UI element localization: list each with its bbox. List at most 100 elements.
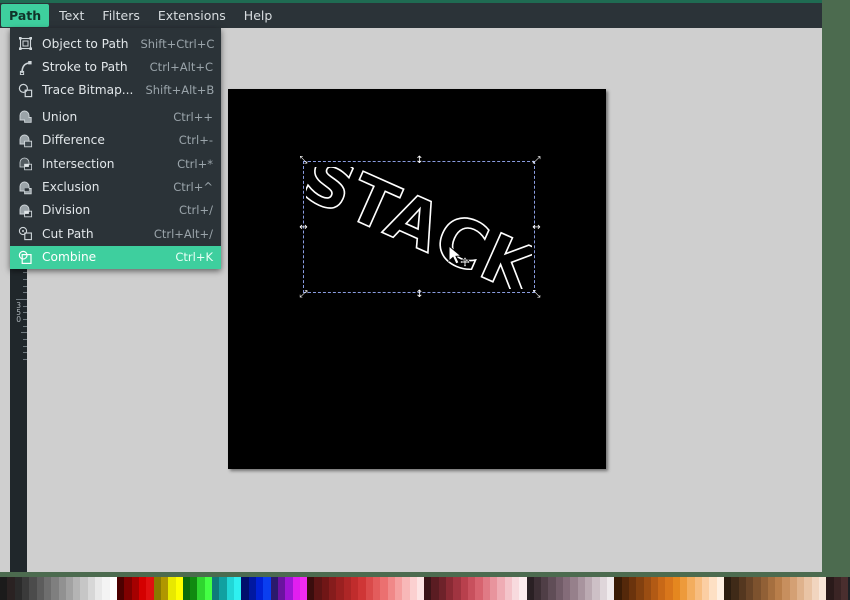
palette-swatch[interactable]	[212, 577, 220, 600]
palette-swatch[interactable]	[285, 577, 293, 600]
menu-item-combine[interactable]: Combine Ctrl+K	[10, 245, 221, 269]
palette-swatch[interactable]	[687, 577, 695, 600]
palette-swatch[interactable]	[658, 577, 666, 600]
palette-swatch[interactable]	[460, 577, 468, 600]
selection-handle-se[interactable]: ⤡	[531, 289, 542, 300]
selection-handle-s[interactable]: ↕	[414, 289, 425, 300]
palette-swatch[interactable]	[109, 577, 117, 600]
palette-swatch[interactable]	[519, 577, 527, 600]
palette-swatch[interactable]	[592, 577, 600, 600]
selection-handle-sw[interactable]: ⤢	[298, 289, 309, 300]
palette-swatch[interactable]	[475, 577, 483, 600]
palette-swatch[interactable]	[87, 577, 96, 600]
palette-swatch[interactable]	[745, 577, 754, 600]
palette-swatch[interactable]	[160, 577, 169, 600]
selection-handle-ne[interactable]: ⤢	[531, 155, 542, 166]
palette-swatch[interactable]	[394, 577, 403, 600]
menu-bar[interactable]: Path Text Filters Extensions Help	[0, 0, 822, 28]
palette-swatch[interactable]	[197, 577, 205, 600]
palette-swatch[interactable]	[840, 577, 849, 600]
palette-swatch[interactable]	[138, 577, 147, 600]
palette-swatch[interactable]	[614, 577, 622, 600]
palette-swatch[interactable]	[621, 577, 629, 600]
palette-swatch[interactable]	[58, 577, 66, 600]
palette-swatch[interactable]	[314, 577, 322, 600]
palette-swatch[interactable]	[358, 577, 366, 600]
palette-swatch[interactable]	[482, 577, 490, 600]
palette-swatch[interactable]	[753, 577, 761, 600]
menu-item-difference[interactable]: Difference Ctrl+-	[10, 129, 221, 152]
menu-item-intersection[interactable]: Intersection Ctrl+*	[10, 152, 221, 175]
palette-swatch[interactable]	[738, 577, 746, 600]
palette-swatch[interactable]	[548, 577, 556, 600]
palette-swatch[interactable]	[672, 577, 681, 600]
palette-swatch[interactable]	[387, 577, 395, 600]
palette-swatch[interactable]	[321, 577, 330, 600]
palette-swatch[interactable]	[606, 577, 615, 600]
menu-item-exclusion[interactable]: Exclusion Ctrl+^	[10, 175, 221, 198]
selection-handle-n[interactable]: ↕	[414, 155, 425, 166]
palette-swatch[interactable]	[365, 577, 373, 600]
palette-swatch[interactable]	[336, 577, 344, 600]
palette-swatch[interactable]	[767, 577, 776, 600]
color-palette[interactable]	[0, 577, 850, 600]
palette-swatch[interactable]	[343, 577, 351, 600]
menu-item-object-to-path[interactable]: Object to Path Shift+Ctrl+C	[10, 32, 221, 55]
palette-swatch[interactable]	[307, 577, 315, 600]
palette-swatch[interactable]	[226, 577, 234, 600]
palette-swatch[interactable]	[424, 577, 432, 600]
palette-swatch[interactable]	[263, 577, 271, 600]
palette-swatch[interactable]	[380, 577, 388, 600]
palette-swatch[interactable]	[497, 577, 505, 600]
palette-swatch[interactable]	[351, 577, 359, 600]
palette-swatch[interactable]	[811, 577, 819, 600]
palette-swatch[interactable]	[731, 577, 739, 600]
palette-swatch[interactable]	[219, 577, 227, 600]
palette-swatch[interactable]	[0, 577, 8, 600]
palette-swatch[interactable]	[431, 577, 439, 600]
palette-swatch[interactable]	[95, 577, 103, 600]
palette-swatch[interactable]	[694, 577, 702, 600]
palette-swatch[interactable]	[43, 577, 52, 600]
palette-swatch[interactable]	[782, 577, 790, 600]
palette-swatch[interactable]	[73, 577, 81, 600]
menubar-item-path[interactable]: Path	[1, 4, 50, 27]
palette-swatch[interactable]	[723, 577, 732, 600]
palette-swatch[interactable]	[175, 577, 183, 600]
selection-handle-e[interactable]: ↔	[531, 222, 542, 233]
palette-swatch[interactable]	[65, 577, 74, 600]
menu-item-cut-path[interactable]: Cut Path Ctrl+Alt+/	[10, 222, 221, 245]
selection-bounding-box[interactable]: ⤡ ↕ ⤢ ↔ ↔ ⤢ ↕ ⤡	[299, 155, 540, 300]
palette-swatch[interactable]	[146, 577, 154, 600]
palette-swatch[interactable]	[7, 577, 15, 600]
menubar-item-help[interactable]: Help	[236, 4, 281, 27]
palette-swatch[interactable]	[489, 577, 498, 600]
palette-swatch[interactable]	[438, 577, 447, 600]
path-dropdown-menu[interactable]: Object to Path Shift+Ctrl+C Stroke to Path…	[10, 28, 221, 269]
palette-swatch[interactable]	[511, 577, 520, 600]
menubar-item-text[interactable]: Text	[51, 4, 92, 27]
palette-swatch[interactable]	[650, 577, 659, 600]
palette-swatch[interactable]	[570, 577, 578, 600]
palette-swatch[interactable]	[299, 577, 308, 600]
menu-item-union[interactable]: Union Ctrl++	[10, 105, 221, 128]
palette-swatch[interactable]	[804, 577, 812, 600]
palette-swatch[interactable]	[585, 577, 593, 600]
palette-swatch[interactable]	[826, 577, 834, 600]
palette-swatch[interactable]	[819, 577, 827, 600]
palette-swatch[interactable]	[277, 577, 286, 600]
palette-swatch[interactable]	[153, 577, 161, 600]
palette-swatch[interactable]	[775, 577, 783, 600]
palette-swatch[interactable]	[117, 577, 125, 600]
palette-swatch[interactable]	[716, 577, 724, 600]
palette-swatch[interactable]	[541, 577, 549, 600]
palette-swatch[interactable]	[563, 577, 571, 600]
palette-swatch[interactable]	[292, 577, 300, 600]
menu-item-trace-bitmap[interactable]: Trace Bitmap... Shift+Alt+B	[10, 79, 221, 102]
palette-swatch[interactable]	[248, 577, 256, 600]
palette-swatch[interactable]	[21, 577, 30, 600]
palette-swatch[interactable]	[80, 577, 88, 600]
palette-swatch[interactable]	[51, 577, 59, 600]
palette-swatch[interactable]	[234, 577, 242, 600]
document-page[interactable]: STACK ⤡ ↕ ⤢ ↔ ↔ ⤢ ↕ ⤡	[228, 89, 606, 469]
